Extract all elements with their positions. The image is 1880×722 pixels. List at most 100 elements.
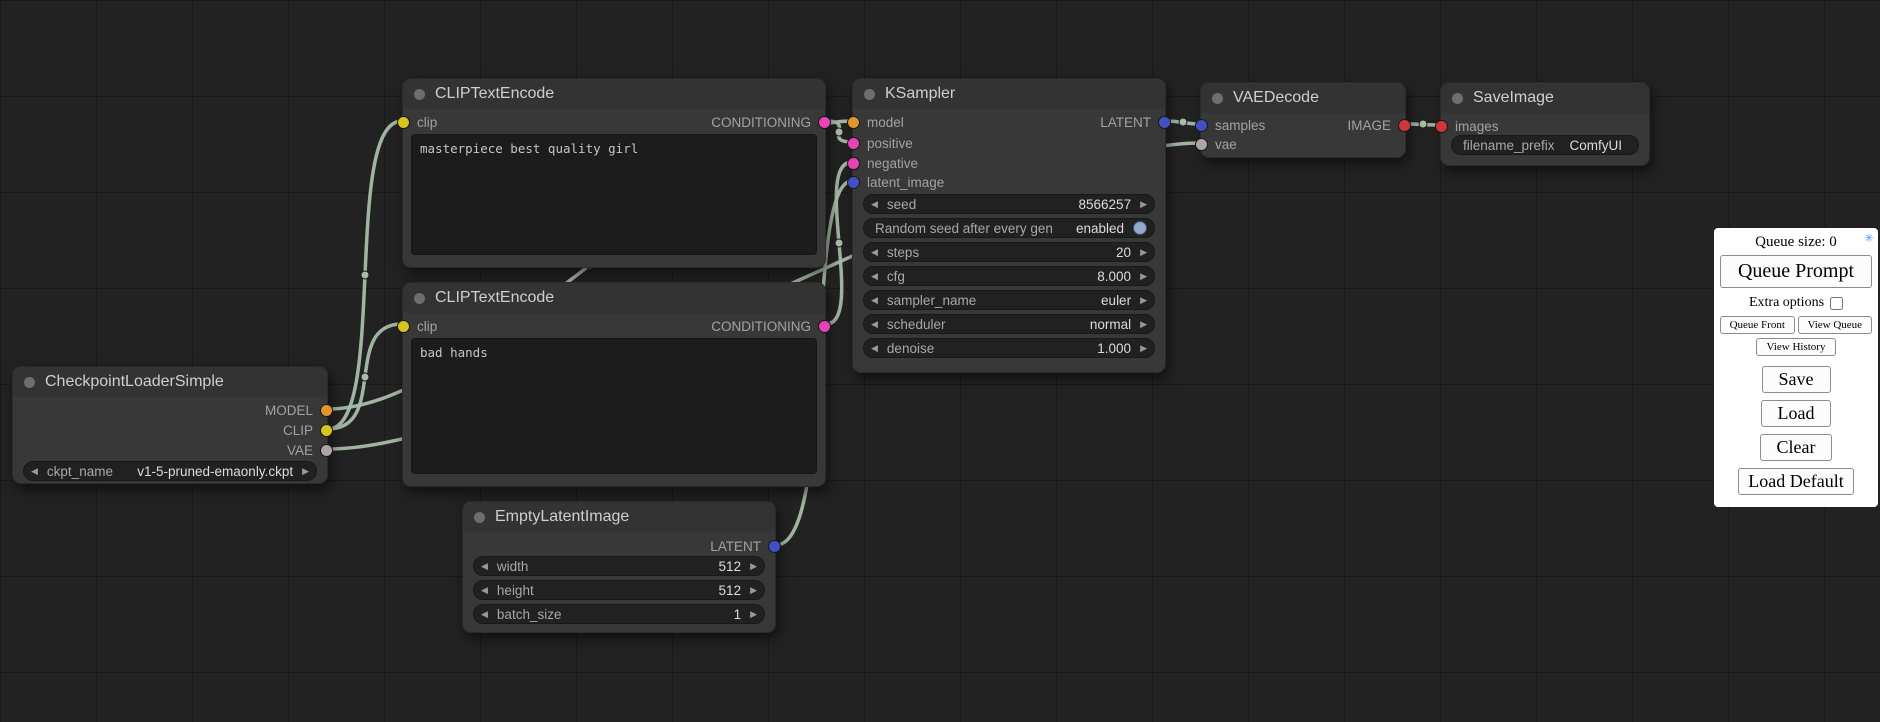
widget-height[interactable]: ◀ height 512 ▶ bbox=[473, 580, 765, 600]
widget-random-seed-toggle[interactable]: Random seed after every gen enabled bbox=[863, 218, 1155, 238]
collapse-dot-icon[interactable] bbox=[1452, 93, 1463, 104]
node-title-bar[interactable]: VAEDecode bbox=[1201, 83, 1405, 113]
node-canvas[interactable]: { "colors": { "model": "#e0962e", "clip"… bbox=[0, 0, 1880, 722]
widget-batch-size[interactable]: ◀ batch_size 1 ▶ bbox=[473, 604, 765, 624]
collapse-dot-icon[interactable] bbox=[864, 89, 875, 100]
port-dot-latent[interactable] bbox=[768, 540, 781, 553]
input-port-clip[interactable]: clip bbox=[397, 318, 437, 334]
port-dot-vae[interactable] bbox=[320, 444, 333, 457]
node-title-bar[interactable]: CheckpointLoaderSimple bbox=[13, 367, 327, 397]
settings-icon[interactable]: ✳ bbox=[1864, 231, 1874, 246]
increment-arrow-icon[interactable]: ▶ bbox=[302, 461, 309, 481]
widget-filename-prefix[interactable]: filename_prefix ComfyUI bbox=[1451, 135, 1639, 155]
port-dot-conditioning[interactable] bbox=[847, 157, 860, 170]
port-dot-conditioning[interactable] bbox=[818, 116, 831, 129]
port-dot-clip[interactable] bbox=[397, 116, 410, 129]
collapse-dot-icon[interactable] bbox=[474, 512, 485, 523]
node-title-bar[interactable]: KSampler bbox=[853, 79, 1165, 109]
prompt-textarea[interactable]: masterpiece best quality girl bbox=[411, 134, 817, 255]
decrement-arrow-icon[interactable]: ◀ bbox=[31, 461, 38, 481]
input-port-negative[interactable]: negative bbox=[847, 155, 918, 171]
node-vae-decode[interactable]: VAEDecode samples vae IMAGE bbox=[1200, 82, 1406, 158]
prompt-textarea[interactable]: bad hands bbox=[411, 338, 817, 474]
node-ksampler[interactable]: KSampler model positive negative latent_… bbox=[852, 78, 1166, 373]
port-dot-model[interactable] bbox=[847, 116, 860, 129]
decrement-arrow-icon[interactable]: ◀ bbox=[871, 338, 878, 358]
decrement-arrow-icon[interactable]: ◀ bbox=[871, 290, 878, 310]
input-port-positive[interactable]: positive bbox=[847, 135, 913, 151]
queue-prompt-button[interactable]: Queue Prompt bbox=[1720, 255, 1872, 288]
increment-arrow-icon[interactable]: ▶ bbox=[750, 604, 757, 624]
port-dot-latent[interactable] bbox=[847, 176, 860, 189]
output-port-vae[interactable]: VAE bbox=[287, 442, 333, 458]
node-title-bar[interactable]: CLIPTextEncode bbox=[403, 79, 825, 109]
node-title-bar[interactable]: EmptyLatentImage bbox=[463, 502, 775, 532]
node-title-bar[interactable]: SaveImage bbox=[1441, 83, 1649, 113]
decrement-arrow-icon[interactable]: ◀ bbox=[871, 194, 878, 214]
increment-arrow-icon[interactable]: ▶ bbox=[750, 580, 757, 600]
collapse-dot-icon[interactable] bbox=[1212, 93, 1223, 104]
widget-seed[interactable]: ◀ seed 8566257 ▶ bbox=[863, 194, 1155, 214]
input-port-vae[interactable]: vae bbox=[1195, 136, 1237, 152]
output-port-latent[interactable]: LATENT bbox=[1100, 114, 1171, 130]
extra-options-checkbox[interactable] bbox=[1830, 297, 1843, 310]
output-port-latent[interactable]: LATENT bbox=[710, 538, 781, 554]
port-dot-image[interactable] bbox=[1398, 119, 1411, 132]
port-dot-vae[interactable] bbox=[1195, 138, 1208, 151]
decrement-arrow-icon[interactable]: ◀ bbox=[481, 580, 488, 600]
port-dot-latent[interactable] bbox=[1158, 116, 1171, 129]
decrement-arrow-icon[interactable]: ◀ bbox=[871, 314, 878, 334]
output-port-conditioning[interactable]: CONDITIONING bbox=[711, 318, 831, 334]
increment-arrow-icon[interactable]: ▶ bbox=[1140, 266, 1147, 286]
port-dot-conditioning[interactable] bbox=[847, 137, 860, 150]
port-dot-latent[interactable] bbox=[1195, 119, 1208, 132]
increment-arrow-icon[interactable]: ▶ bbox=[750, 556, 757, 576]
widget-sampler-name[interactable]: ◀ sampler_name euler ▶ bbox=[863, 290, 1155, 310]
node-title-bar[interactable]: CLIPTextEncode bbox=[403, 283, 825, 313]
save-button[interactable]: Save bbox=[1762, 366, 1831, 393]
node-clip-text-encode-positive[interactable]: CLIPTextEncode clip CONDITIONING masterp… bbox=[402, 78, 826, 268]
node-empty-latent-image[interactable]: EmptyLatentImage LATENT ◀ width 512 ▶ ◀ … bbox=[462, 501, 776, 633]
widget-ckpt-name[interactable]: ◀ ckpt_name v1-5-pruned-emaonly.ckpt ▶ bbox=[23, 461, 317, 481]
input-port-clip[interactable]: clip bbox=[397, 114, 437, 130]
decrement-arrow-icon[interactable]: ◀ bbox=[871, 242, 878, 262]
increment-arrow-icon[interactable]: ▶ bbox=[1140, 194, 1147, 214]
load-button[interactable]: Load bbox=[1761, 400, 1832, 427]
output-port-image[interactable]: IMAGE bbox=[1347, 117, 1411, 133]
input-port-latent-image[interactable]: latent_image bbox=[847, 174, 944, 190]
view-queue-button[interactable]: View Queue bbox=[1798, 316, 1873, 334]
load-default-button[interactable]: Load Default bbox=[1738, 468, 1853, 495]
increment-arrow-icon[interactable]: ▶ bbox=[1140, 338, 1147, 358]
increment-arrow-icon[interactable]: ▶ bbox=[1140, 290, 1147, 310]
widget-width[interactable]: ◀ width 512 ▶ bbox=[473, 556, 765, 576]
input-port-samples[interactable]: samples bbox=[1195, 117, 1265, 133]
clear-button[interactable]: Clear bbox=[1760, 434, 1833, 461]
decrement-arrow-icon[interactable]: ◀ bbox=[481, 556, 488, 576]
toggle-knob-icon[interactable] bbox=[1133, 221, 1147, 235]
decrement-arrow-icon[interactable]: ◀ bbox=[871, 266, 878, 286]
port-dot-model[interactable] bbox=[320, 404, 333, 417]
collapse-dot-icon[interactable] bbox=[414, 293, 425, 304]
increment-arrow-icon[interactable]: ▶ bbox=[1140, 242, 1147, 262]
widget-steps[interactable]: ◀ steps 20 ▶ bbox=[863, 242, 1155, 262]
widget-denoise[interactable]: ◀ denoise 1.000 ▶ bbox=[863, 338, 1155, 358]
widget-cfg[interactable]: ◀ cfg 8.000 ▶ bbox=[863, 266, 1155, 286]
port-dot-clip[interactable] bbox=[397, 320, 410, 333]
queue-front-button[interactable]: Queue Front bbox=[1720, 316, 1795, 334]
collapse-dot-icon[interactable] bbox=[414, 89, 425, 100]
input-port-model[interactable]: model bbox=[847, 114, 904, 130]
port-dot-clip[interactable] bbox=[320, 424, 333, 437]
input-port-images[interactable]: images bbox=[1435, 118, 1499, 134]
node-save-image[interactable]: SaveImage images filename_prefix ComfyUI bbox=[1440, 82, 1650, 166]
decrement-arrow-icon[interactable]: ◀ bbox=[481, 604, 488, 624]
port-dot-conditioning[interactable] bbox=[818, 320, 831, 333]
view-history-button[interactable]: View History bbox=[1756, 338, 1837, 356]
output-port-conditioning[interactable]: CONDITIONING bbox=[711, 114, 831, 130]
port-dot-image[interactable] bbox=[1435, 120, 1448, 133]
increment-arrow-icon[interactable]: ▶ bbox=[1140, 314, 1147, 334]
node-checkpoint-loader[interactable]: CheckpointLoaderSimple MODEL CLIP VAE ◀ … bbox=[12, 366, 328, 484]
output-port-model[interactable]: MODEL bbox=[265, 402, 333, 418]
node-clip-text-encode-negative[interactable]: CLIPTextEncode clip CONDITIONING bad han… bbox=[402, 282, 826, 487]
widget-scheduler[interactable]: ◀ scheduler normal ▶ bbox=[863, 314, 1155, 334]
output-port-clip[interactable]: CLIP bbox=[283, 422, 333, 438]
